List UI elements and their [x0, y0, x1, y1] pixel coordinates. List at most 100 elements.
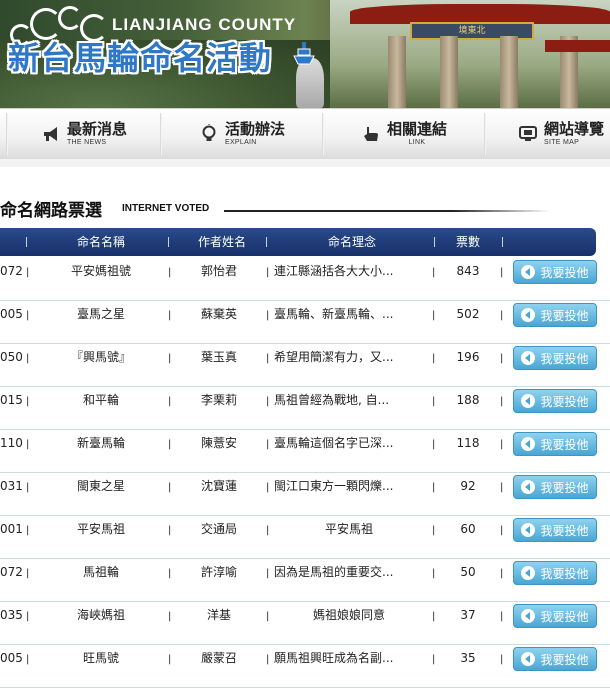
column-separator: | — [168, 267, 172, 278]
play-icon — [521, 523, 536, 537]
vote-button-label: 我要投他 — [540, 523, 589, 538]
column-separator: | — [26, 396, 30, 407]
table-row: 005 | 臺馬之星 | 蘇棄英 | 臺馬輪、新臺馬輪、... | 502 | 我要投他 — [0, 300, 610, 344]
column-separator: | — [500, 353, 504, 364]
column-separator: | — [26, 353, 30, 364]
column-separator: | — [500, 396, 504, 407]
lightbulb-icon — [202, 124, 216, 141]
ship-icon — [293, 42, 315, 65]
column-separator: | — [26, 310, 30, 321]
table-row: 005 | 旺馬號 | 嚴蒙召 | 願馬祖興旺成為名副... | 35 | 我要投他 — [0, 644, 610, 688]
entry-idea: 臺馬輪、新臺馬輪、... — [274, 307, 394, 321]
entry-votes: 118 — [456, 436, 480, 450]
entry-author: 陳薏安 — [200, 436, 237, 450]
entry-name: 新臺馬輪 — [76, 436, 125, 450]
column-separator: | — [266, 654, 270, 665]
entry-name: 『興馬號』 — [70, 350, 131, 364]
column-separator: | — [500, 267, 504, 278]
vote-button[interactable]: 我要投他 — [513, 260, 597, 284]
column-separator: | — [266, 568, 270, 579]
column-separator: | — [432, 482, 436, 493]
vote-button[interactable]: 我要投他 — [513, 432, 597, 456]
vote-button[interactable]: 我要投他 — [513, 518, 597, 542]
entry-votes: 843 — [456, 264, 480, 278]
play-icon — [521, 609, 536, 623]
column-separator: | — [500, 482, 504, 493]
column-separator: | — [26, 439, 30, 450]
vote-button[interactable]: 我要投他 — [513, 561, 597, 585]
nav-item-news[interactable]: 最新消息 THE NEWS — [8, 109, 160, 159]
vote-button-label: 我要投他 — [540, 566, 589, 581]
column-separator: | — [266, 353, 270, 364]
column-separator: | — [168, 654, 172, 665]
play-icon — [521, 308, 536, 322]
column-header-name: 命名名稱 — [76, 235, 125, 249]
link-hand-icon — [363, 127, 378, 141]
entry-name: 平安媽祖號 — [70, 264, 131, 278]
entry-name: 閩東之星 — [76, 479, 125, 493]
vote-button[interactable]: 我要投他 — [513, 346, 597, 370]
entry-votes: 35 — [460, 651, 476, 665]
nav-label: 相關連結 — [386, 120, 447, 138]
entry-id: 015 — [0, 393, 23, 407]
nav-item-explain[interactable]: 活動辦法 EXPLAIN — [162, 109, 322, 159]
vote-button-label: 我要投他 — [540, 265, 589, 280]
monitor-icon — [519, 126, 537, 141]
vote-button-label: 我要投他 — [540, 308, 589, 323]
column-separator: | — [432, 439, 436, 450]
vote-button-label: 我要投他 — [540, 351, 589, 366]
entry-votes: 60 — [460, 522, 476, 536]
entry-author: 洋基 — [206, 608, 231, 622]
entry-id: 001 — [0, 522, 23, 536]
nav-item-link[interactable]: 相關連結 LINK — [324, 109, 484, 159]
gate-roof — [350, 4, 610, 24]
entry-votes: 502 — [456, 307, 480, 321]
column-separator: | — [26, 482, 30, 493]
column-separator: | — [26, 267, 30, 278]
vote-button[interactable]: 我要投他 — [513, 389, 597, 413]
column-separator: | — [500, 525, 504, 536]
entry-author: 沈寶蓮 — [200, 479, 237, 493]
entry-votes: 37 — [460, 608, 476, 622]
column-separator — [266, 237, 267, 247]
entry-id: 035 — [0, 608, 23, 622]
county-name: LIANJIANG COUNTY — [112, 15, 297, 34]
column-separator: | — [432, 611, 436, 622]
vote-button[interactable]: 我要投他 — [513, 303, 597, 327]
section-underline — [224, 210, 550, 212]
column-separator: | — [432, 310, 436, 321]
entry-votes: 196 — [456, 350, 480, 364]
entry-votes: 50 — [460, 565, 476, 579]
column-separator — [26, 237, 27, 247]
column-separator: | — [168, 353, 172, 364]
vote-button[interactable]: 我要投他 — [513, 604, 597, 628]
column-separator: | — [500, 310, 504, 321]
table-row: 001 | 平安馬祖 | 交通局 | 平安馬祖 | 60 | 我要投他 — [0, 515, 610, 559]
column-separator: | — [432, 654, 436, 665]
column-separator: | — [26, 611, 30, 622]
vote-button-label: 我要投他 — [540, 609, 589, 624]
nav-label: 網站導覽 — [544, 120, 605, 138]
nav-sublabel: EXPLAIN — [224, 139, 257, 146]
vote-button[interactable]: 我要投他 — [513, 475, 597, 499]
column-separator: | — [168, 525, 172, 536]
table-row: 031 | 閩東之星 | 沈寶蓮 | 閩江口東方一顆閃爍... | 92 | 我要投他 — [0, 472, 610, 516]
entry-author: 交通局 — [200, 522, 237, 536]
column-separator — [434, 237, 435, 247]
vote-button-label: 我要投他 — [540, 480, 589, 495]
nav-item-sitemap[interactable]: 網站導覽 SITE MAP — [486, 109, 610, 159]
entry-id: 110 — [0, 436, 23, 450]
column-separator: | — [500, 439, 504, 450]
table-header: 命名名稱 作者姓名 命名理念 票數 — [0, 228, 596, 256]
column-header-idea: 命名理念 — [327, 235, 376, 249]
main-nav: 最新消息 THE NEWS 活動辦法 EXPLAIN 相關連結 LINK 網站導… — [0, 108, 610, 160]
header-banner: 境東北 LIANJIANG COUNTY 新台馬輪命名活動 — [0, 0, 610, 108]
entry-id: 072 — [0, 264, 23, 278]
vote-button[interactable]: 我要投他 — [513, 647, 597, 671]
entry-idea: 閩江口東方一顆閃爍... — [274, 479, 394, 493]
vote-button-label: 我要投他 — [540, 394, 589, 409]
entry-id: 005 — [0, 307, 23, 321]
entry-id: 072 — [0, 565, 23, 579]
vote-button-label: 我要投他 — [540, 437, 589, 452]
column-header-votes: 票數 — [455, 235, 480, 249]
